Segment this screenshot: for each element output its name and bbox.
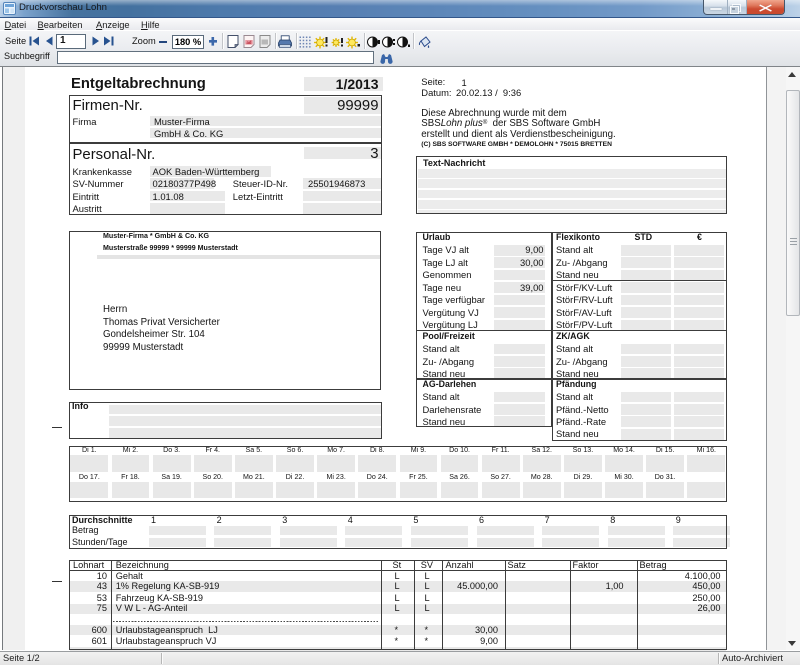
svg-text:ad: ad	[247, 40, 252, 45]
